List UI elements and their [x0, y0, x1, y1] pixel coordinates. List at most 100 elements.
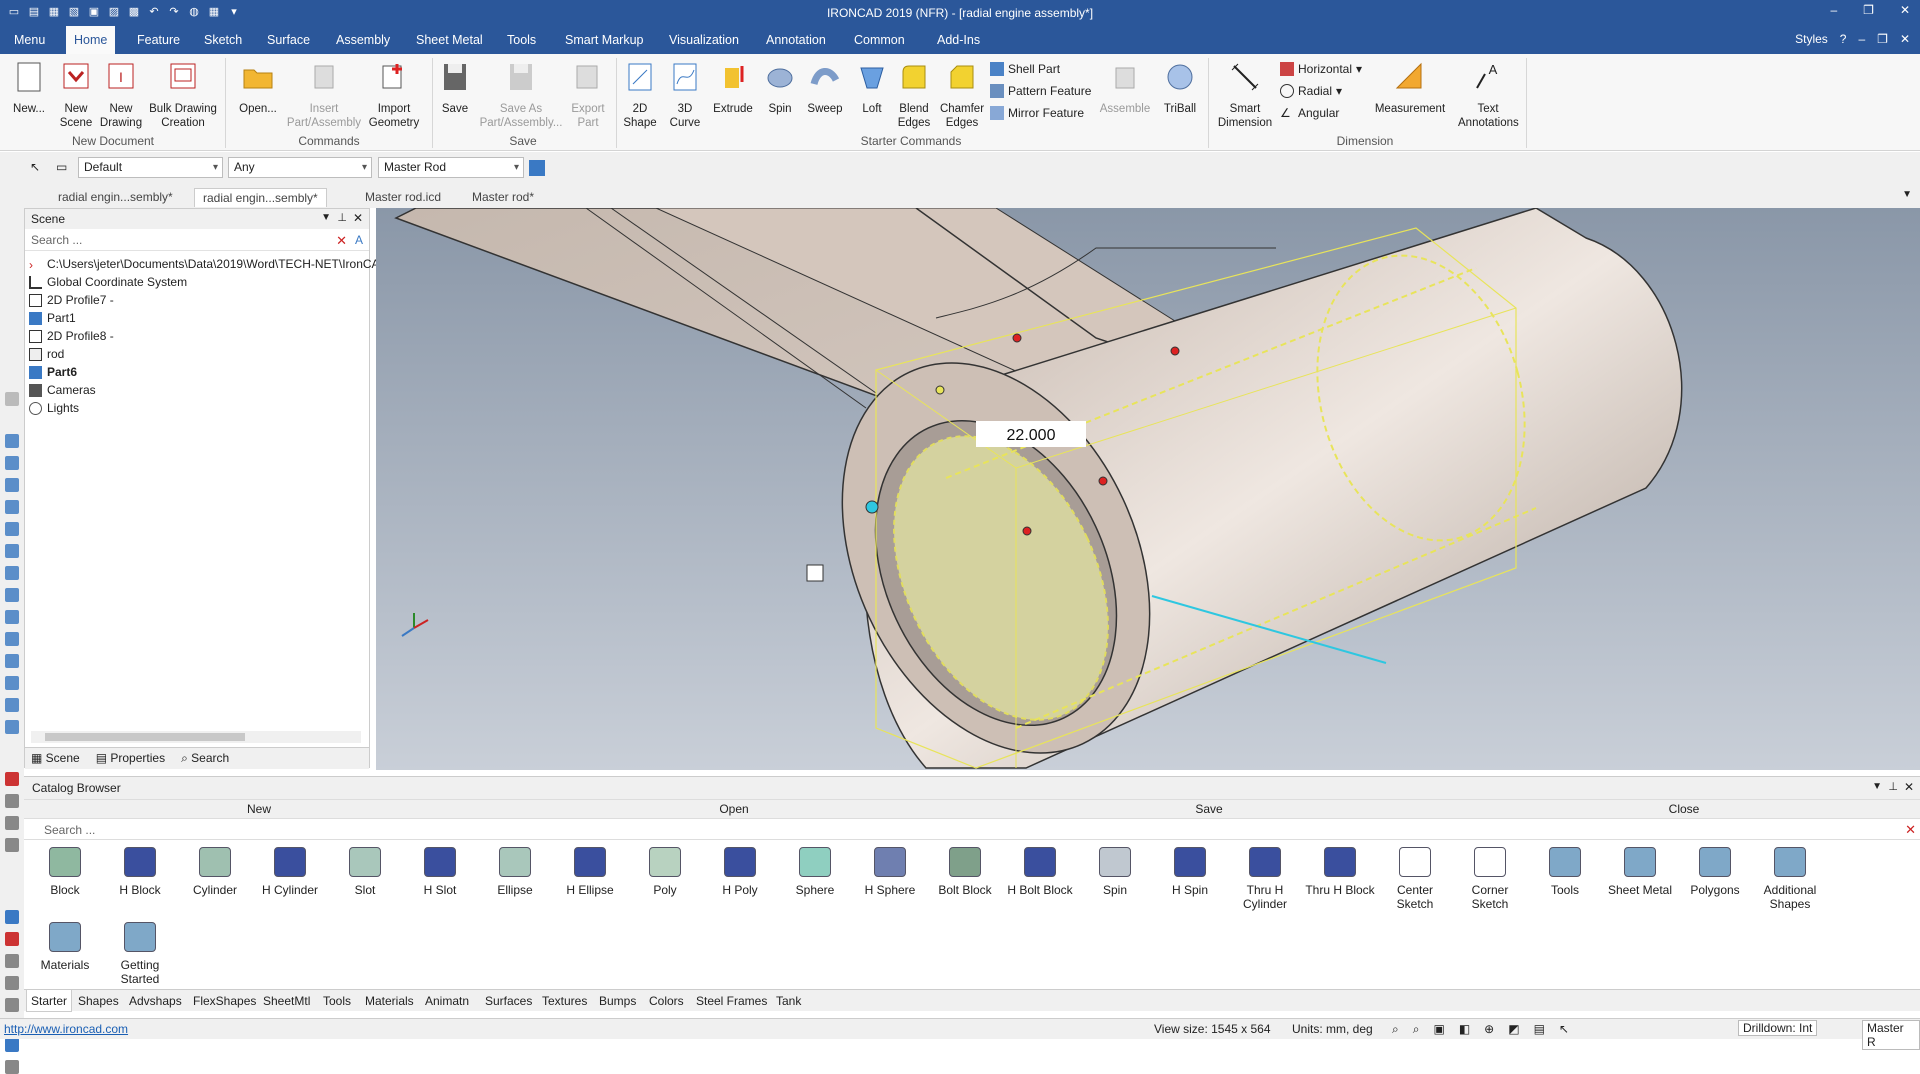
display-icon[interactable]: ▤ [1534, 1022, 1545, 1037]
tree-item-global-coordinate-system[interactable]: Global Coordinate System [29, 273, 187, 291]
text-annotations-button[interactable]: A Text Annotations [1458, 60, 1519, 130]
spin-button[interactable]: Spin [760, 60, 800, 116]
tool-icon[interactable] [5, 1038, 19, 1052]
bulk-drawing-button[interactable]: Bulk Drawing Creation [146, 60, 220, 130]
catalog-item-h-spin[interactable]: H Spin [1155, 847, 1225, 897]
tree-item-2d-profile7[interactable]: 2D Profile7 - [29, 291, 114, 309]
tab-sketch[interactable]: Sketch [196, 26, 250, 54]
catalog-item-cylinder[interactable]: Cylinder [180, 847, 250, 897]
tab-annotation[interactable]: Annotation [758, 26, 834, 54]
catalog-item-bolt-block[interactable]: Bolt Block [930, 847, 1000, 897]
minimize-button[interactable]: – [1830, 3, 1837, 17]
tool-icon[interactable] [5, 588, 19, 602]
tool-icon[interactable] [5, 392, 19, 406]
horizontal-dimension-button[interactable]: Horizontal ▾ [1280, 62, 1362, 76]
chevron-down-icon[interactable]: ▼ [1872, 781, 1882, 792]
catalog-close-button[interactable]: Close [1449, 802, 1919, 816]
catalog-item-ellipse[interactable]: Ellipse [480, 847, 550, 897]
catalog-save-button[interactable]: Save [974, 802, 1444, 816]
tab-menu[interactable]: Menu [6, 26, 53, 54]
tree-item-path[interactable]: › C:\Users\jeter\Documents\Data\2019\Word… [29, 255, 380, 273]
restore-doc-button[interactable]: ❐ [1877, 32, 1888, 46]
tool-icon[interactable] [5, 772, 19, 786]
tool-icon[interactable] [5, 434, 19, 448]
pin-icon[interactable]: ⊥ [337, 211, 347, 224]
horizontal-scrollbar[interactable] [31, 731, 361, 743]
catalog-item-h-slot[interactable]: H Slot [405, 847, 475, 897]
catalog-tab-starter[interactable]: Starter [26, 990, 73, 1012]
tool-icon[interactable] [5, 816, 19, 830]
catalog-tab-colors[interactable]: Colors [649, 994, 684, 1008]
tool-icon[interactable] [5, 654, 19, 668]
restore-button[interactable]: ❐ [1863, 3, 1874, 17]
catalog-item-corner-sketch[interactable]: Corner Sketch [1455, 847, 1525, 911]
open-button[interactable]: Open... [234, 60, 282, 116]
tree-item-part1[interactable]: Part1 [29, 309, 76, 327]
handle-point[interactable] [1022, 526, 1032, 536]
tool-icon[interactable] [5, 698, 19, 712]
tab-tools[interactable]: Tools [499, 26, 544, 54]
radial-dimension-button[interactable]: Radial ▾ [1280, 84, 1342, 98]
import-geometry-button[interactable]: Import Geometry [364, 60, 424, 130]
tool-icon[interactable] [5, 976, 19, 990]
tool-icon[interactable] [5, 566, 19, 580]
catalog-item-thru-h-block[interactable]: Thru H Block [1305, 847, 1375, 897]
tool-icon[interactable] [5, 720, 19, 734]
catalog-item-h-ellipse[interactable]: H Ellipse [555, 847, 625, 897]
tool-icon[interactable] [5, 456, 19, 470]
save-as-part-button[interactable]: Save As Part/Assembly... [472, 60, 570, 130]
anchor-icon[interactable] [806, 564, 824, 582]
cursor-icon[interactable]: ↖ [30, 160, 44, 174]
2d-shape-button[interactable]: 2D Shape [620, 60, 660, 130]
catalog-item-tools[interactable]: Tools [1530, 847, 1600, 897]
select-filter-icon[interactable]: ↖ [1559, 1022, 1569, 1037]
catalog-search-input[interactable]: Search ... [24, 820, 1920, 840]
scrollbar-thumb[interactable] [45, 733, 245, 741]
tab-search[interactable]: ⌕ Search [181, 751, 229, 766]
new-drawing-button[interactable]: I New Drawing [98, 60, 144, 130]
catalog-item-sphere[interactable]: Sphere [780, 847, 850, 897]
tool-icon[interactable] [5, 932, 19, 946]
render-icon[interactable]: ◧ [1459, 1022, 1470, 1037]
handle-point[interactable] [1170, 346, 1180, 356]
mirror-feature-button[interactable]: Mirror Feature [990, 106, 1084, 120]
pattern-feature-button[interactable]: Pattern Feature [990, 84, 1091, 98]
measurement-button[interactable]: Measurement [1370, 60, 1450, 116]
catalog-tab-tank[interactable]: Tank [776, 994, 801, 1008]
tree-item-lights[interactable]: Lights [29, 399, 79, 417]
minimize-doc-button[interactable]: – [1858, 32, 1865, 46]
scene-search-input[interactable]: Search ... [25, 231, 369, 251]
3d-viewport[interactable]: 22.000 [376, 208, 1920, 770]
part-select-status[interactable]: Master R [1862, 1020, 1920, 1050]
catalog-item-h-bolt-block[interactable]: H Bolt Block [1005, 847, 1075, 897]
catalog-new-button[interactable]: New [24, 802, 494, 816]
catalog-tab-bumps[interactable]: Bumps [599, 994, 636, 1008]
style-select[interactable]: Default [78, 157, 223, 178]
tab-feature[interactable]: Feature [129, 26, 188, 54]
new-scene-button[interactable]: New Scene [54, 60, 98, 130]
tab-assembly[interactable]: Assembly [328, 26, 398, 54]
filter-select[interactable]: Any [228, 157, 372, 178]
tab-common[interactable]: Common [846, 26, 913, 54]
tree-item-2d-profile8[interactable]: 2D Profile8 - [29, 327, 114, 345]
close-icon[interactable]: ✕ [1904, 780, 1914, 794]
catalog-open-button[interactable]: Open [499, 802, 969, 816]
export-part-button[interactable]: Export Part [568, 60, 608, 130]
search-options-icon[interactable]: A [355, 233, 363, 247]
tool-icon[interactable] [5, 632, 19, 646]
tool-icon[interactable] [5, 954, 19, 968]
tab-home[interactable]: Home [66, 26, 116, 54]
catalog-item-h-sphere[interactable]: H Sphere [855, 847, 925, 897]
catalog-item-additional-shapes[interactable]: Additional Shapes [1755, 847, 1825, 911]
triball-button[interactable]: TriBall [1158, 60, 1202, 116]
catalog-item-thru-h-cylinder[interactable]: Thru H Cylinder [1230, 847, 1300, 911]
catalog-tab-flexshapes[interactable]: FlexShapes [193, 994, 256, 1008]
assemble-button[interactable]: Assemble [1098, 60, 1152, 116]
doc-tab-2[interactable]: radial engin...sembly* [194, 188, 327, 207]
clear-search-icon[interactable]: ✕ [1905, 822, 1916, 838]
tree-item-rod[interactable]: rod [29, 345, 64, 363]
angular-dimension-button[interactable]: ∠ Angular [1280, 106, 1339, 120]
tab-visualization[interactable]: Visualization [661, 26, 747, 54]
styles-dropdown[interactable]: Styles [1795, 32, 1828, 46]
handle-point[interactable] [1012, 333, 1022, 343]
